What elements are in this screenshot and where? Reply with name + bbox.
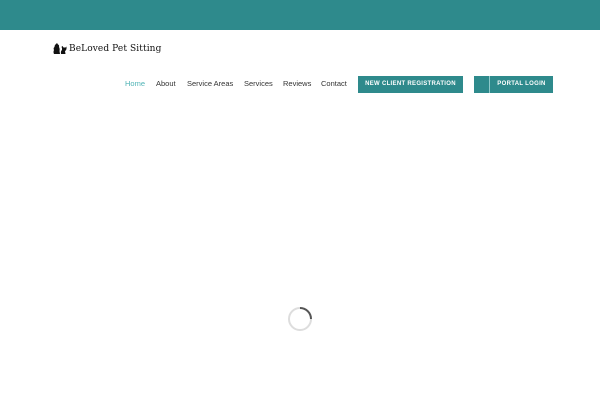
new-client-registration-button[interactable]: NEW CLIENT REGISTRATION (358, 76, 463, 93)
nav-link-contact[interactable]: Contact (321, 79, 347, 89)
dog-and-cat-silhouette-icon (53, 43, 67, 54)
nav-link-service-areas[interactable]: Service Areas (187, 79, 233, 89)
nav-link-reviews[interactable]: Reviews (283, 79, 311, 89)
nav-link-home[interactable]: Home (125, 79, 145, 89)
page: BeLoved Pet Sitting Home About Service A… (0, 0, 600, 400)
site-logo[interactable]: BeLoved Pet Sitting (53, 42, 161, 56)
portal-login-button[interactable]: PORTAL LOGIN (474, 76, 553, 93)
main-navigation: Home About Service Areas Services Review… (0, 76, 600, 93)
loading-spinner-icon (288, 307, 312, 331)
portal-login-label: PORTAL LOGIN (497, 81, 546, 87)
new-client-registration-label: NEW CLIENT REGISTRATION (365, 81, 456, 87)
nav-link-about[interactable]: About (156, 79, 176, 89)
nav-link-services[interactable]: Services (244, 79, 273, 89)
top-bar (0, 0, 600, 30)
brand-name: BeLoved Pet Sitting (69, 44, 162, 54)
